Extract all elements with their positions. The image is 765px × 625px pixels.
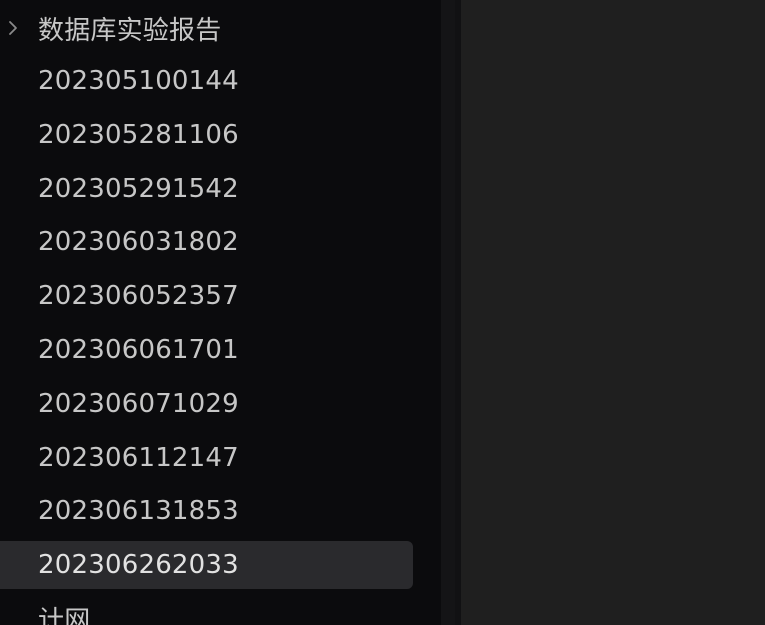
tree-folder-database-lab-report[interactable]: 数据库实验报告 — [0, 4, 441, 52]
tree-item[interactable]: 202306071029 — [0, 380, 441, 428]
tree-item-label: 202306131853 — [38, 496, 239, 526]
tree-item[interactable]: 202306031802 — [0, 218, 441, 266]
tree-item-label: 202306061701 — [38, 335, 239, 365]
tree-item[interactable]: 计网 — [0, 594, 441, 625]
sidebar-scrollbar[interactable] — [441, 0, 455, 625]
file-explorer-sidebar: 数据库实验报告 202305100144 202305281106 202305… — [0, 0, 441, 625]
editor-area — [461, 0, 765, 625]
tree-item[interactable]: 202305281106 — [0, 111, 441, 159]
tree-item[interactable]: 202306112147 — [0, 434, 441, 482]
chevron-right-icon[interactable] — [6, 18, 20, 38]
tree-item[interactable]: 202306061701 — [0, 326, 441, 374]
tree-item-label: 202306262033 — [38, 550, 239, 580]
tree-folder-label: 数据库实验报告 — [38, 15, 222, 46]
tree-item-label: 202305291542 — [38, 174, 239, 204]
tree-item[interactable]: 202305100144 — [0, 57, 441, 105]
tree-item-label: 计网 — [38, 605, 91, 625]
tree-item[interactable]: 202306052357 — [0, 272, 441, 320]
tree-item-label: 202306112147 — [38, 443, 239, 473]
tree-item-label: 202306071029 — [38, 389, 239, 419]
app-window: 数据库实验报告 202305100144 202305281106 202305… — [0, 0, 765, 625]
tree-item-label: 202306052357 — [38, 281, 239, 311]
tree-item[interactable]: 202305291542 — [0, 165, 441, 213]
tree-item-label: 202305100144 — [38, 66, 239, 96]
tree-item-selected[interactable]: 202306262033 — [0, 541, 413, 589]
tree-item-label: 202305281106 — [38, 120, 239, 150]
tree-item[interactable]: 202306131853 — [0, 487, 441, 535]
tree-item-label: 202306031802 — [38, 227, 239, 257]
